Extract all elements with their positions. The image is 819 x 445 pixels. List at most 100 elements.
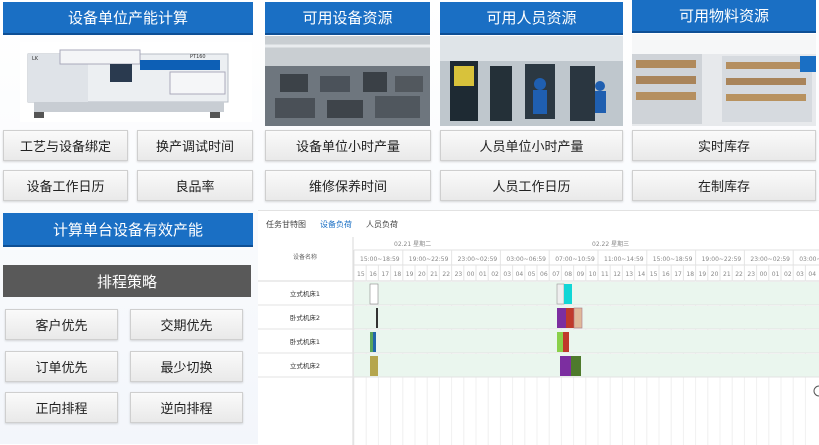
effective-capacity-header: 计算单台设备有效产能: [3, 213, 253, 247]
gantt-task-bar: [566, 308, 574, 328]
gantt-hour-label: 18: [686, 271, 694, 278]
gantt-hour-label: 08: [564, 271, 572, 278]
gantt-hour-label: 20: [711, 271, 719, 278]
warehouse-image: [632, 34, 816, 126]
gantt-hour-label: 05: [528, 271, 536, 278]
header-unit-capacity-calc: 设备单位产能计算: [3, 2, 253, 35]
gantt-shift-label: 03:00~: [799, 256, 819, 263]
gantt-hour-label: 20: [418, 271, 426, 278]
gantt-hour-label: 13: [625, 271, 633, 278]
gantt-hour-label: 17: [674, 271, 682, 278]
gantt-row-label: 卧式机床1: [290, 337, 320, 346]
gantt-hour-label: 10: [589, 271, 597, 278]
gantt-hour-label: 15: [357, 271, 365, 278]
gantt-hour-label: 01: [479, 271, 487, 278]
gantt-hour-label: 12: [613, 271, 621, 278]
scroll-handle: [813, 385, 819, 397]
tab-equipment-load[interactable]: 设备负荷: [320, 219, 352, 230]
realtime-inventory-button[interactable]: 实时库存: [632, 130, 816, 161]
gantt-row-band: [354, 282, 819, 305]
gantt-tabs: 任务甘特图 设备负荷 人员负荷: [258, 211, 819, 235]
brand-label: LK: [32, 56, 39, 62]
gantt-task-bar: [557, 332, 563, 352]
gantt-task-bar: [373, 332, 376, 352]
gantt-hour-label: 02: [784, 271, 792, 278]
equipment-name-col-header: 设备名称: [293, 253, 317, 261]
equipment-calendar-button[interactable]: 设备工作日历: [3, 170, 128, 201]
gantt-hour-label: 21: [723, 271, 731, 278]
gantt-task-bar: [571, 356, 581, 376]
changeover-time-button[interactable]: 换产调试时间: [137, 130, 253, 161]
wip-inventory-button[interactable]: 在制库存: [632, 170, 816, 201]
workers-image: [440, 36, 623, 126]
order-priority-button[interactable]: 订单优先: [5, 351, 118, 382]
header-available-materials: 可用物料资源: [632, 0, 816, 33]
process-equipment-binding-button[interactable]: 工艺与设备绑定: [3, 130, 128, 161]
gantt-task-bar: [376, 308, 378, 328]
gantt-shift-label: 23:00~02:59: [750, 256, 790, 263]
gantt-task-bar: [560, 356, 571, 376]
gantt-task-bar: [573, 307, 583, 329]
scheduling-strategy-header: 排程策略: [3, 265, 251, 297]
gantt-hour-label: 22: [442, 271, 450, 278]
gantt-hour-label: 14: [638, 271, 646, 278]
maintenance-time-button[interactable]: 维修保养时间: [265, 170, 431, 201]
gantt-hour-label: 00: [467, 271, 475, 278]
gantt-panel: 任务甘特图 设备负荷 人员负荷 设备名称 02.21 星期二 02.22 星期三 1…: [258, 210, 819, 445]
gantt-task-bar: [557, 308, 566, 328]
gantt-hour-label: 11: [601, 271, 609, 278]
gantt-hour-label: 19: [406, 271, 414, 278]
gantt-hour-label: 23: [747, 271, 755, 278]
backward-scheduling-button[interactable]: 逆向排程: [130, 392, 243, 423]
gantt-hour-label: 02: [491, 271, 499, 278]
gantt-hour-label: 00: [760, 271, 768, 278]
gantt-hour-label: 18: [394, 271, 402, 278]
workshop-equipment-image: [265, 36, 430, 126]
gantt-shift-label: 23:00~02:59: [458, 256, 498, 263]
gantt-shift-label: 15:00~18:59: [360, 256, 400, 263]
gantt-hour-label: 16: [662, 271, 670, 278]
header-available-equipment: 可用设备资源: [265, 2, 430, 35]
gantt-row-label: 立式机床1: [290, 289, 320, 298]
delivery-priority-button[interactable]: 交期优先: [130, 309, 243, 340]
gantt-hour-label: 22: [735, 271, 743, 278]
gantt-hour-label: 01: [772, 271, 780, 278]
personnel-hourly-output-button[interactable]: 人员单位小时产量: [440, 130, 623, 161]
gantt-hour-label: 07: [552, 271, 560, 278]
gantt-row-label: 立式机床2: [290, 361, 320, 370]
gantt-task-bar: [369, 283, 379, 305]
gantt-hour-label: 04: [516, 271, 524, 278]
gantt-shift-label: 11:00~14:59: [604, 256, 644, 263]
min-switch-button[interactable]: 最少切换: [130, 351, 243, 382]
gantt-task-bar: [563, 332, 569, 352]
gantt-task-bar: [564, 284, 572, 304]
personnel-calendar-button[interactable]: 人员工作日历: [440, 170, 623, 201]
gantt-hour-label: 17: [381, 271, 389, 278]
gantt-hour-label: 15: [650, 271, 658, 278]
gantt-hour-label: 03: [796, 271, 804, 278]
gantt-hour-label: 04: [808, 271, 816, 278]
yield-rate-button[interactable]: 良品率: [137, 170, 253, 201]
gantt-chart: 设备名称 02.21 星期二 02.22 星期三 15:00~18:59 19:00~…: [258, 237, 819, 445]
gantt-row-band: [354, 354, 819, 377]
gantt-task-bar: [556, 283, 565, 305]
customer-priority-button[interactable]: 客户优先: [5, 309, 118, 340]
gantt-hour-label: 21: [430, 271, 438, 278]
gantt-shift-label: 15:00~18:59: [653, 256, 693, 263]
forward-scheduling-button[interactable]: 正向排程: [5, 392, 118, 423]
gantt-shift-label: 19:00~22:59: [702, 256, 742, 263]
gantt-shift-label: 03:00~06:59: [506, 256, 546, 263]
tab-task-gantt[interactable]: 任务甘特图: [266, 219, 306, 230]
gantt-hour-label: 03: [503, 271, 511, 278]
header-available-personnel: 可用人员资源: [440, 2, 623, 35]
equipment-hourly-output-button[interactable]: 设备单位小时产量: [265, 130, 431, 161]
gantt-hour-label: 06: [540, 271, 548, 278]
injection-machine-image: LK PT160: [20, 42, 252, 122]
tab-personnel-load[interactable]: 人员负荷: [366, 219, 398, 230]
gantt-shift-label: 07:00~10:59: [555, 256, 595, 263]
gantt-hour-label: 09: [577, 271, 585, 278]
gantt-date-label: 02.21 星期二: [394, 240, 431, 248]
gantt-hour-label: 23: [455, 271, 463, 278]
gantt-row-band: [354, 306, 819, 329]
machine-model-label: PT160: [190, 54, 206, 60]
